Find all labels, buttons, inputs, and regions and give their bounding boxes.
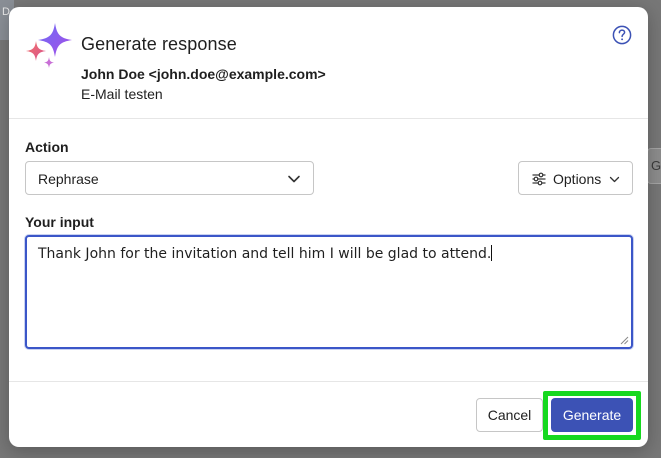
sender-address: John Doe <john.doe@example.com> [81,66,326,82]
question-circle-icon[interactable] [612,25,632,45]
dialog-footer: Cancel Generate [9,381,648,447]
action-select-value: Rephrase [38,171,99,187]
cancel-button[interactable]: Cancel [476,398,543,432]
generate-response-dialog: Generate response John Doe <john.doe@exa… [9,7,648,447]
resize-grip-icon[interactable] [620,336,629,345]
input-text: Thank John for the invitation and tell h… [38,245,493,262]
background-hint-right: Ge [651,158,661,173]
options-label: Options [553,171,602,187]
email-subject: E-Mail testen [81,86,163,102]
dialog-title: Generate response [81,34,237,54]
input-textarea[interactable]: Thank John for the invitation and tell h… [25,235,633,349]
sliders-icon [532,172,546,186]
action-select[interactable]: Rephrase [25,161,314,195]
background-button: Ge [647,148,661,184]
dialog-header: Generate response John Doe <john.doe@exa… [9,7,648,119]
sparkle-icon [26,23,72,68]
options-button[interactable]: Options [518,161,633,195]
action-label: Action [25,139,69,155]
input-label: Your input [25,214,94,230]
generate-button[interactable]: Generate [551,398,633,432]
text-caret [491,245,493,261]
chevron-down-icon [288,175,300,183]
chevron-down-icon [609,176,620,183]
